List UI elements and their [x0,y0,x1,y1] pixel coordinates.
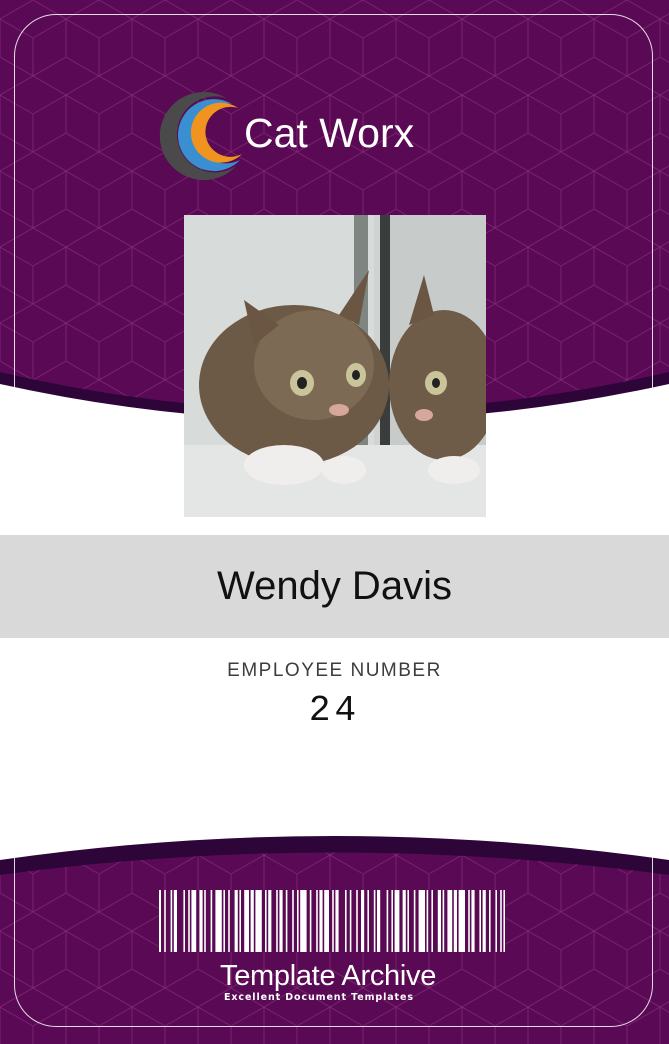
company-name: Cat Worx [244,110,415,156]
id-badge: Cat Worx Wendy Davis EMPLOYEE NUMBER 24 … [0,0,669,1044]
company-logo: Cat Worx [148,84,448,184]
footer-brand: Template Archive [220,960,437,992]
footer-tagline: Excellent Document Templates [224,992,414,1003]
swoosh-logo-icon [159,91,242,180]
barcode-icon [159,890,505,952]
employee-number: 24 [308,690,361,731]
employee-photo [184,215,486,517]
employee-number-label: EMPLOYEE NUMBER [227,660,442,681]
name-band: Wendy Davis [0,535,669,638]
employee-name: Wendy Davis [217,564,452,608]
